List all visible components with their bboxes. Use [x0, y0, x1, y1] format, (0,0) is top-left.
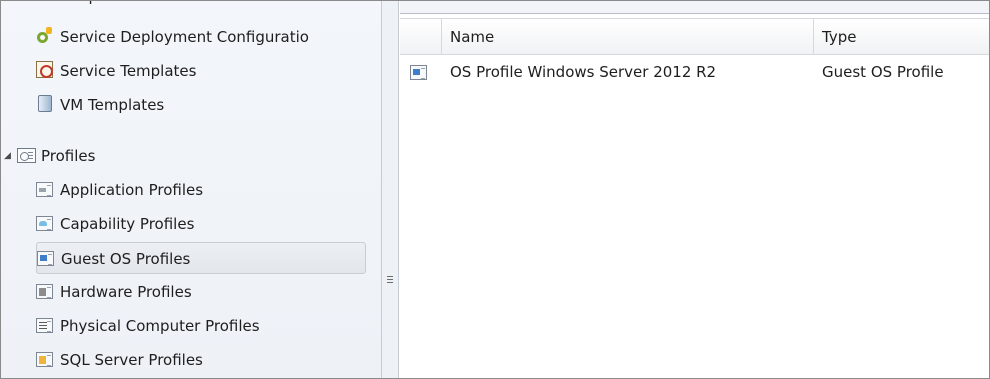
templates-group[interactable]: Templates [36, 1, 336, 14]
column-header-icon[interactable] [400, 19, 442, 55]
splitter-grip-icon[interactable] [387, 276, 393, 285]
hardware-profile-icon [36, 284, 53, 299]
column-header-row: Name Type [400, 18, 989, 55]
nav-item-service-deployment-configurations[interactable]: Service Deployment Configuratio [36, 21, 381, 53]
nav-item-label: Hardware Profiles [60, 283, 192, 301]
nav-item-label: Capability Profiles [60, 215, 195, 233]
table-row[interactable]: OS Profile Windows Server 2012 R2 Guest … [400, 57, 989, 87]
nav-item-label: Application Profiles [60, 181, 204, 199]
column-header-name[interactable]: Name [442, 19, 814, 55]
results-list: Name Type OS Profile Windows Server 2012… [400, 1, 989, 378]
row-name: OS Profile Windows Server 2012 R2 [450, 63, 717, 81]
nav-item-label: Service Templates [60, 62, 197, 80]
nav-item-service-templates[interactable]: Service Templates [36, 55, 381, 87]
nav-item-label: Service Deployment Configuratio [60, 28, 309, 46]
nav-item-hardware-profiles[interactable]: Hardware Profiles [36, 276, 381, 308]
nav-item-label: Guest OS Profiles [61, 250, 191, 268]
nav-item-capability-profiles[interactable]: Capability Profiles [36, 208, 381, 240]
nav-item-vm-templates[interactable]: VM Templates [36, 89, 381, 121]
nav-item-label: Physical Computer Profiles [60, 317, 260, 335]
templates-group-label: Templates [58, 1, 134, 10]
pane-splitter[interactable] [381, 1, 399, 378]
nav-group-profiles[interactable]: ◢ Profiles [1, 140, 381, 172]
nav-item-label: VM Templates [60, 96, 165, 114]
guest-os-profile-icon [37, 251, 54, 266]
capability-profile-icon [36, 216, 53, 231]
row-type: Guest OS Profile [822, 63, 944, 81]
nav-group-label: Profiles [41, 147, 96, 165]
physical-computer-profile-icon [36, 318, 53, 333]
nav-item-application-profiles[interactable]: Application Profiles [36, 174, 381, 206]
service-deployment-icon [36, 27, 53, 44]
profiles-icon [17, 148, 36, 163]
nav-item-sql-server-profiles[interactable]: SQL Server Profiles [36, 344, 381, 376]
guest-os-profile-icon [410, 65, 427, 80]
application-profile-icon [36, 182, 53, 197]
column-header-type[interactable]: Type [814, 19, 989, 55]
nav-item-physical-computer-profiles[interactable]: Physical Computer Profiles [36, 310, 381, 342]
sql-server-profile-icon [36, 352, 53, 367]
nav-item-label: SQL Server Profiles [60, 351, 203, 369]
expand-caret-icon[interactable]: ◢ [4, 140, 11, 172]
nav-item-guest-os-profiles[interactable]: Guest OS Profiles [36, 242, 366, 274]
vm-template-icon [38, 95, 52, 112]
service-template-icon [36, 61, 53, 78]
list-toolbar-edge [400, 1, 989, 14]
navigation-pane: Templates Service Deployment Configurati… [1, 1, 381, 378]
